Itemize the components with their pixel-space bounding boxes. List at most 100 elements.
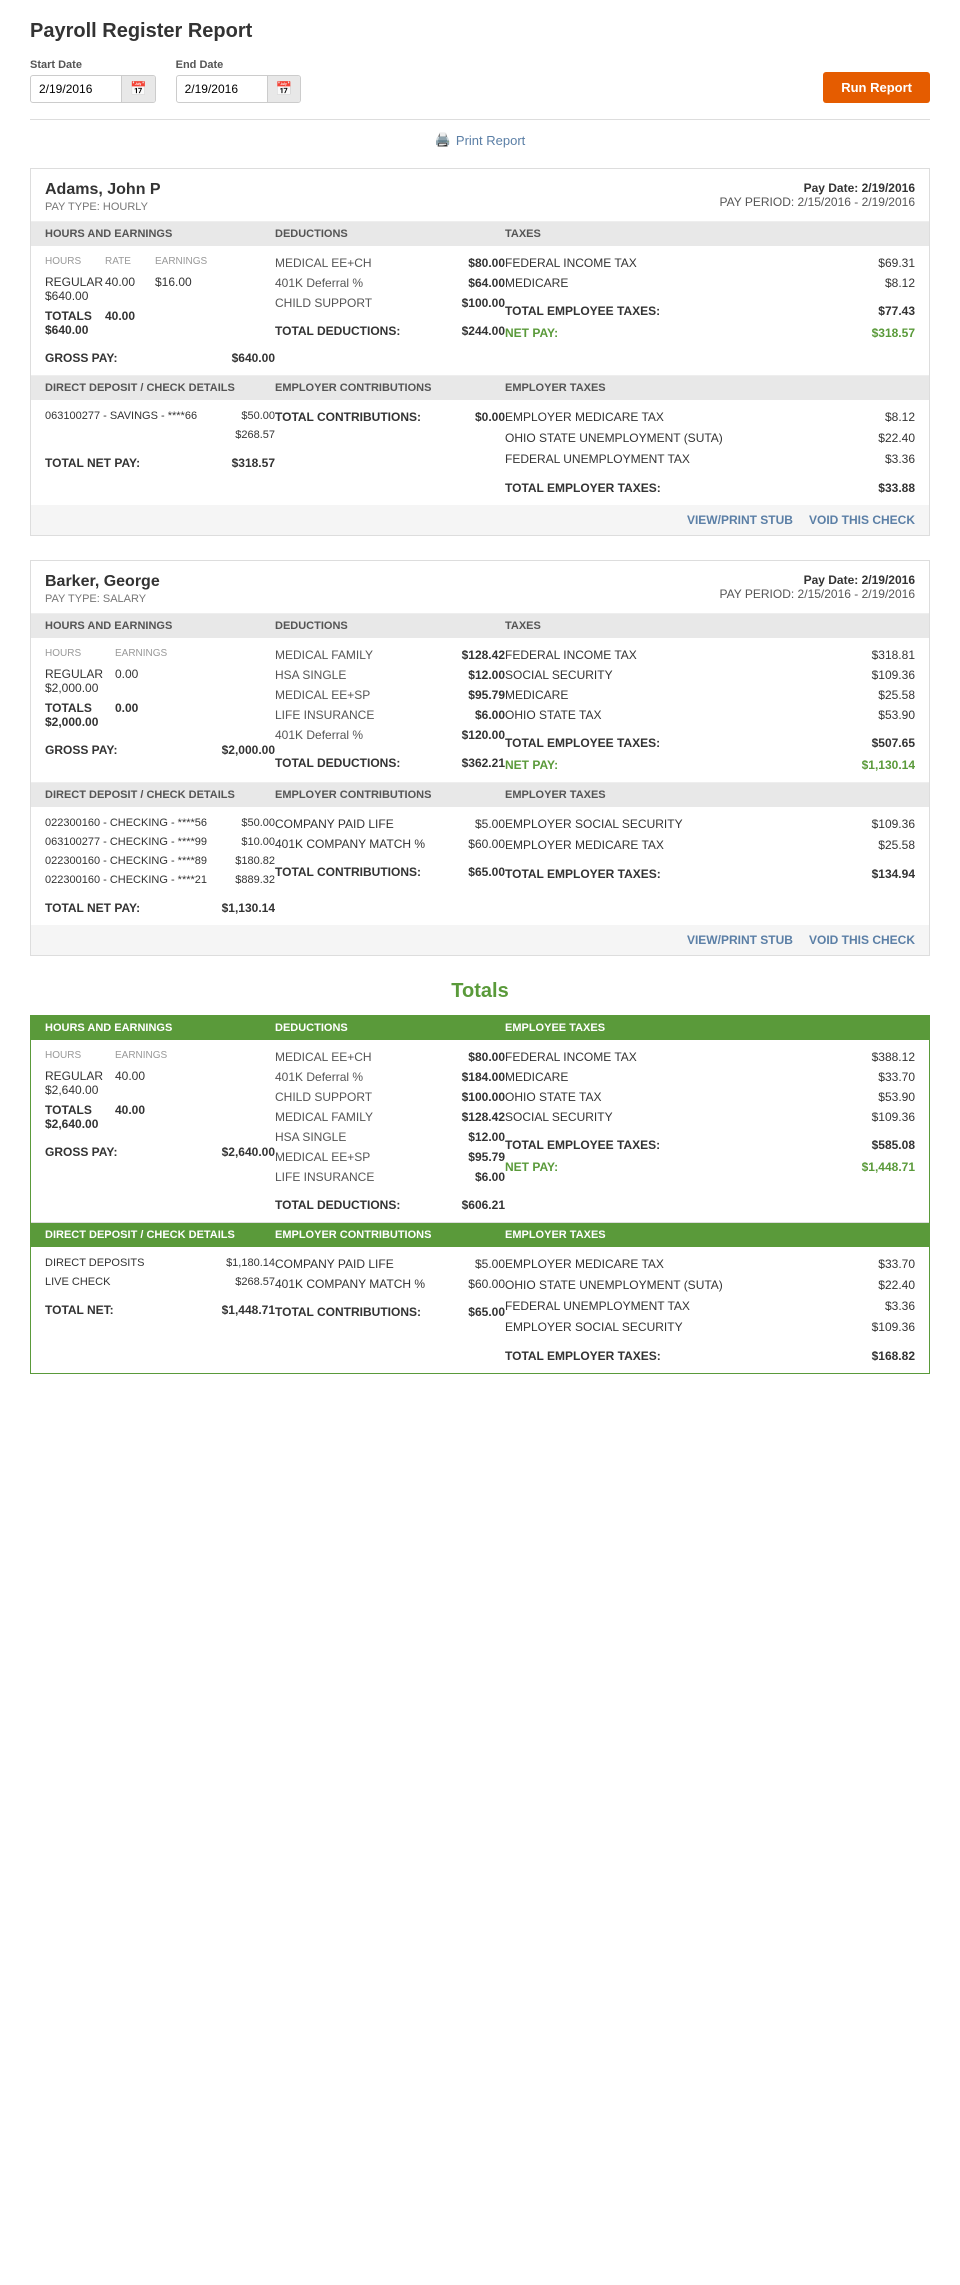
net-pay-row-adams: NET PAY: $318.57: [505, 326, 915, 340]
tax-row-3-barker: MEDICARE $25.58: [505, 688, 915, 702]
total-emp-tax-val-adams: $33.88: [878, 481, 915, 495]
totals-total-contrib-row: TOTAL CONTRIBUTIONS: $65.00: [275, 1305, 505, 1319]
emp-tax-label-1: EMPLOYER MEDICARE TAX: [505, 410, 664, 424]
totals-total-net-val: $1,448.71: [222, 1303, 275, 1317]
totals-deductions-col: MEDICAL EE+CH $80.00 401K Deferral % $18…: [275, 1050, 505, 1212]
employee-pay-date-barker: Pay Date: 2/19/2016: [720, 573, 915, 587]
totals-section1-body: HOURS EARNINGS REGULAR 40.00 $2,640.00 T…: [31, 1040, 929, 1223]
total-net-pay-val-barker: $1,130.14: [222, 901, 275, 915]
gross-pay-row-barker: GROSS PAY: $2,000.00: [45, 743, 275, 757]
section2-body-barker: 022300160 - CHECKING - ****56 $50.00 063…: [31, 807, 929, 925]
totals-gross-pay-label: GROSS PAY:: [45, 1145, 117, 1159]
he-totals-row-adams: TOTALS 40.00 $640.00: [45, 309, 275, 337]
totals-emp-taxes-col: EMPLOYER MEDICARE TAX $33.70 OHIO STATE …: [505, 1257, 915, 1363]
view-print-stub-link-barker[interactable]: VIEW/PRINT STUB: [687, 933, 793, 947]
totals-dd-col: DIRECT DEPOSITS $1,180.14 LIVE CHECK $26…: [45, 1257, 275, 1317]
emp-tax-val-1: $8.12: [885, 410, 915, 424]
he-regular-label-b: REGULAR: [45, 667, 115, 681]
net-pay-label-barker: NET PAY:: [505, 758, 558, 772]
employee-name-adams: Adams, John P: [45, 181, 161, 199]
he-totals-hours-b: 0.00: [115, 701, 215, 715]
calendar-icon: 📅: [130, 81, 147, 97]
totals-total-ded-label: TOTAL DEDUCTIONS:: [275, 1198, 400, 1212]
net-pay-label-adams: NET PAY:: [505, 326, 558, 340]
section2-col3-header-barker: EMPLOYER TAXES: [505, 789, 915, 801]
hours-earnings-subheader-adams: HOURS RATE EARNINGS: [45, 256, 275, 267]
he-totals-hours: 40.00: [105, 309, 155, 323]
deduction-row-3-adams: CHILD SUPPORT $100.00: [275, 296, 505, 310]
totals-total-ded-val: $606.21: [462, 1198, 505, 1212]
start-date-input[interactable]: [31, 77, 121, 101]
void-check-link-adams[interactable]: VOID THIS CHECK: [809, 513, 915, 527]
totals-title: Totals: [30, 980, 930, 1003]
total-contributions-row-barker: TOTAL CONTRIBUTIONS: $65.00: [275, 865, 505, 879]
page-title: Payroll Register Report: [30, 20, 930, 43]
contrib-row-1-barker: COMPANY PAID LIFE $5.00: [275, 817, 505, 831]
total-emp-tax-val-barker: $134.94: [872, 867, 915, 881]
ded-label-3: CHILD SUPPORT: [275, 296, 372, 310]
print-report-row: 🖨️ Print Report: [30, 132, 930, 148]
start-date-label: Start Date: [30, 59, 156, 71]
totals-contrib-col: COMPANY PAID LIFE $5.00 401K COMPANY MAT…: [275, 1257, 505, 1319]
employee-pay-period-barker: PAY PERIOD: 2/15/2016 - 2/19/2016: [720, 587, 915, 601]
end-date-input[interactable]: [177, 77, 267, 101]
emp-tax-row-2-barker: EMPLOYER MEDICARE TAX $25.58: [505, 838, 915, 852]
he-earnings-label-b: EARNINGS: [115, 648, 215, 659]
end-date-label: End Date: [176, 59, 302, 71]
employee-pay-info-barker: Pay Date: 2/19/2016 PAY PERIOD: 2/15/201…: [720, 573, 915, 601]
totals-contrib-row-2: 401K COMPANY MATCH % $60.00: [275, 1277, 505, 1291]
end-date-calendar-button[interactable]: 📅: [267, 76, 301, 102]
total-contributions-row-adams: TOTAL CONTRIBUTIONS: $0.00: [275, 410, 505, 424]
totals-he-subheader: HOURS EARNINGS: [45, 1050, 275, 1061]
calendar-icon: 📅: [276, 81, 293, 97]
dd-label-1-adams: 063100277 - SAVINGS - ****66: [45, 410, 197, 422]
dd-row-3-barker: 022300160 - CHECKING - ****89 $180.82: [45, 855, 275, 867]
print-report-link[interactable]: 🖨️ Print Report: [435, 132, 526, 148]
totals-col1-header: HOURS AND EARNINGS: [45, 1022, 275, 1034]
gross-pay-value-barker: $2,000.00: [222, 743, 275, 757]
contrib-row-2-barker: 401K COMPANY MATCH % $60.00: [275, 837, 505, 851]
tax-val-1: $69.31: [878, 256, 915, 270]
section1-col1-header-barker: HOURS AND EARNINGS: [45, 620, 275, 632]
total-ded-label-adams: TOTAL DEDUCTIONS:: [275, 324, 400, 338]
print-report-label: Print Report: [456, 133, 525, 148]
total-net-pay-label-barker: TOTAL NET PAY:: [45, 901, 140, 915]
deduction-row-4-barker: LIFE INSURANCE $6.00: [275, 708, 505, 722]
totals-ded-row-3: CHILD SUPPORT $100.00: [275, 1090, 505, 1104]
gross-pay-row-adams: GROSS PAY: $640.00: [45, 351, 275, 365]
gross-pay-value-adams: $640.00: [232, 351, 275, 365]
action-row-barker: VIEW/PRINT STUB VOID THIS CHECK: [31, 925, 929, 955]
section1-col3-header-barker: TAXES: [505, 620, 915, 632]
employer-taxes-col-barker: EMPLOYER SOCIAL SECURITY $109.36 EMPLOYE…: [505, 817, 915, 881]
totals-net-pay-val: $1,448.71: [862, 1160, 915, 1174]
direct-deposit-col-adams: 063100277 - SAVINGS - ****66 $50.00 $268…: [45, 410, 275, 470]
deduction-row-2-adams: 401K Deferral % $64.00: [275, 276, 505, 290]
section1-col2-header-barker: DEDUCTIONS: [275, 620, 505, 632]
totals-col2-header: DEDUCTIONS: [275, 1022, 505, 1034]
totals-contrib-row-1: COMPANY PAID LIFE $5.00: [275, 1257, 505, 1271]
totals-net-pay-label: NET PAY:: [505, 1160, 558, 1174]
deduction-row-1-adams: MEDICAL EE+CH $80.00: [275, 256, 505, 270]
run-report-button[interactable]: Run Report: [823, 72, 930, 103]
totals-dd-row-2: LIVE CHECK $268.57: [45, 1276, 275, 1288]
section2-body-adams: 063100277 - SAVINGS - ****66 $50.00 $268…: [31, 400, 929, 505]
totals-section2-col3-header: EMPLOYER TAXES: [505, 1229, 915, 1241]
emp-tax-val-2: $22.40: [878, 431, 915, 445]
totals-emp-tax-row-3: FEDERAL UNEMPLOYMENT TAX $3.36: [505, 1299, 915, 1313]
he-rate-label: RATE: [105, 256, 155, 267]
totals-section2-col1-header: DIRECT DEPOSIT / CHECK DETAILS: [45, 1229, 275, 1241]
end-date-input-wrap: 📅: [176, 75, 302, 103]
start-date-calendar-button[interactable]: 📅: [121, 76, 155, 102]
view-print-stub-link-adams[interactable]: VIEW/PRINT STUB: [687, 513, 793, 527]
section1-col2-header-adams: DEDUCTIONS: [275, 228, 505, 240]
emp-tax-row-1-barker: EMPLOYER SOCIAL SECURITY $109.36: [505, 817, 915, 831]
total-contrib-val-barker: $65.00: [468, 865, 505, 879]
total-contrib-label-barker: TOTAL CONTRIBUTIONS:: [275, 865, 421, 879]
void-check-link-barker[interactable]: VOID THIS CHECK: [809, 933, 915, 947]
deduction-row-5-barker: 401K Deferral % $120.00: [275, 728, 505, 742]
section1-col1-header-adams: HOURS AND EARNINGS: [45, 228, 275, 240]
totals-emp-tax-row-2: OHIO STATE UNEMPLOYMENT (SUTA) $22.40: [505, 1278, 915, 1292]
action-row-adams: VIEW/PRINT STUB VOID THIS CHECK: [31, 505, 929, 535]
totals-section2-body: DIRECT DEPOSITS $1,180.14 LIVE CHECK $26…: [31, 1247, 929, 1373]
ded-val-3: $100.00: [462, 296, 505, 310]
